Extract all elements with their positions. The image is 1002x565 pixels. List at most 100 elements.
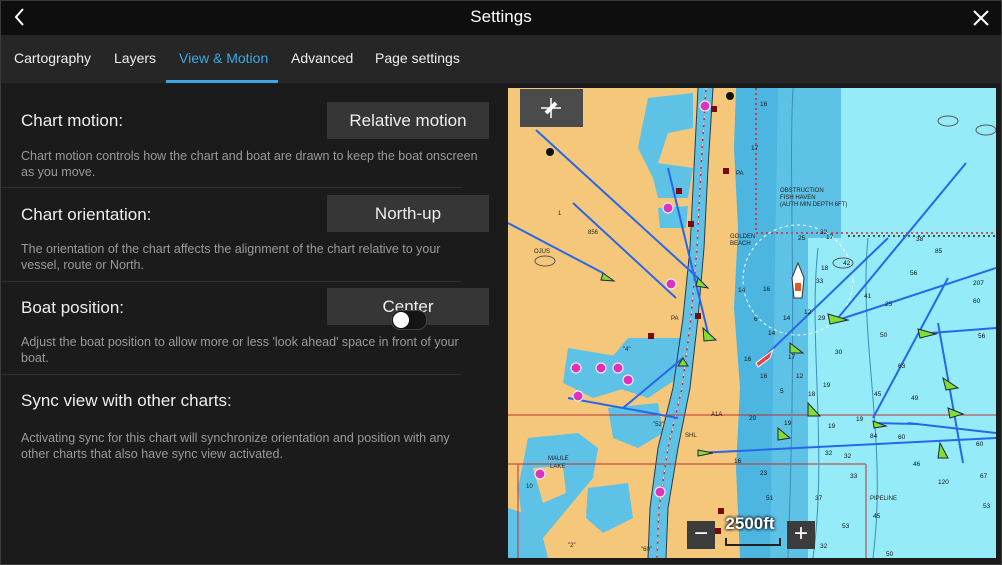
pipeline-label: PIPELINE bbox=[870, 496, 897, 502]
crosshair-icon bbox=[541, 98, 561, 118]
beach-label: BEACH bbox=[730, 241, 751, 247]
depth-sounding: 23 bbox=[760, 470, 768, 477]
depth-sounding: 53 bbox=[842, 523, 850, 530]
depth-sounding: 56 bbox=[978, 333, 986, 340]
depth-sounding: 19 bbox=[828, 423, 836, 430]
depth-sounding: 60 bbox=[898, 434, 906, 441]
depth-sounding: 32 bbox=[825, 450, 833, 457]
land-label: "4" bbox=[623, 347, 631, 353]
recenter-button[interactable] bbox=[520, 89, 583, 127]
scale-bar bbox=[725, 538, 781, 546]
depth-sounding: 14 bbox=[768, 330, 776, 337]
divider bbox=[1, 187, 462, 188]
obstruction-label: OBSTRUCTION bbox=[780, 188, 824, 194]
sync-view-toggle[interactable] bbox=[391, 310, 427, 330]
depth-sounding: 53 bbox=[983, 503, 991, 510]
depth-sounding: 18 bbox=[808, 391, 816, 398]
depth-sounding: 16 bbox=[760, 101, 768, 108]
depth-sounding: 33 bbox=[850, 473, 858, 480]
lake-label: LAKE bbox=[550, 464, 565, 470]
depth-sounding: 207 bbox=[973, 280, 984, 287]
depth-sounding: 16 bbox=[760, 373, 768, 380]
depth-sounding: 56 bbox=[910, 270, 918, 277]
depth-sounding: 19 bbox=[784, 420, 792, 427]
anchor-icon bbox=[546, 148, 554, 156]
depth-sounding: 14 bbox=[738, 287, 746, 294]
depth-sounding: 120 bbox=[938, 479, 949, 486]
depth-sounding: 41 bbox=[864, 293, 872, 300]
toggle-knob bbox=[393, 312, 409, 328]
chart-preview-map[interactable]: OBSTRUCTION FISH HAVEN (AUTH MIN DEPTH 6… bbox=[508, 88, 996, 558]
settings-window: Settings Cartography Layers View & Motio… bbox=[0, 0, 1002, 565]
tab-view-motion[interactable]: View & Motion bbox=[179, 35, 268, 83]
depth-sounding: 67 bbox=[980, 473, 988, 480]
title-bar: Settings bbox=[1, 1, 1001, 35]
zoom-out-button[interactable]: − bbox=[687, 521, 715, 549]
pa-label: PA bbox=[736, 171, 744, 177]
depth-sounding: 14 bbox=[783, 315, 791, 322]
depth-sounding: 63 bbox=[898, 363, 906, 370]
chart-scale-label: 2500ft bbox=[725, 514, 775, 533]
depth-sounding: 51 bbox=[766, 495, 774, 502]
chart-orientation-description: The orientation of the chart affects the… bbox=[21, 242, 441, 272]
tab-layers[interactable]: Layers bbox=[114, 35, 156, 83]
depth-sounding: 12 bbox=[796, 373, 804, 380]
pa-label: PA bbox=[671, 316, 679, 322]
anchor-icon bbox=[726, 92, 734, 100]
tab-page-settings[interactable]: Page settings bbox=[375, 35, 460, 83]
depth-sounding: 60 bbox=[976, 441, 984, 448]
depth-sounding: 45 bbox=[873, 513, 881, 520]
depth-sounding: 45 bbox=[874, 391, 882, 398]
depth-sounding: 33 bbox=[816, 278, 824, 285]
depth-sounding: 25 bbox=[885, 301, 893, 308]
depth-sounding: 20 bbox=[749, 415, 757, 422]
chart-motion-button[interactable]: Relative motion bbox=[327, 102, 489, 139]
land-label: "60" bbox=[641, 547, 652, 553]
close-button[interactable] bbox=[969, 6, 993, 30]
depth-sounding: 6 bbox=[754, 316, 758, 323]
divider bbox=[1, 281, 462, 282]
sync-view-description: Activating sync for this chart will sync… bbox=[21, 431, 450, 461]
depth-sounding: 37 bbox=[815, 495, 823, 502]
land-label: 10 bbox=[526, 484, 533, 490]
golden-label: GOLDEN bbox=[730, 234, 755, 240]
maule-label: MAULE bbox=[548, 456, 569, 462]
chart-orientation-label: Chart orientation: bbox=[21, 205, 152, 224]
depth-sounding: 19 bbox=[856, 416, 864, 423]
a1a-label: A1A bbox=[711, 412, 722, 418]
chart-motion-description: Chart motion controls how the chart and … bbox=[21, 149, 478, 179]
depth-sounding: 12 bbox=[804, 309, 812, 316]
depth-sounding: 19 bbox=[823, 382, 831, 389]
depth-sounding: 30 bbox=[835, 349, 843, 356]
depth-sounding: 38 bbox=[916, 236, 924, 243]
depth-sounding: 5 bbox=[780, 388, 784, 395]
tab-advanced[interactable]: Advanced bbox=[291, 35, 353, 83]
divider bbox=[1, 374, 462, 375]
land-label: 856 bbox=[588, 230, 599, 236]
tab-bar: Cartography Layers View & Motion Advance… bbox=[1, 35, 1001, 83]
depth-sounding: 85 bbox=[935, 248, 943, 255]
depth-sounding: 25 bbox=[798, 235, 806, 242]
depth-sounding: 17 bbox=[826, 234, 834, 241]
depth-sounding: 42 bbox=[843, 260, 851, 267]
shl-label: SHL bbox=[685, 433, 697, 439]
land-label: "2" bbox=[568, 543, 576, 549]
depth-sounding: 29 bbox=[818, 315, 826, 322]
chart-orientation-button[interactable]: North-up bbox=[327, 195, 489, 232]
depth-sounding: 32 bbox=[844, 453, 852, 460]
depth-sounding: 84 bbox=[870, 433, 878, 440]
depth-sounding: 49 bbox=[911, 395, 919, 402]
sync-view-label: Sync view with other charts: bbox=[21, 391, 232, 410]
tab-cartography[interactable]: Cartography bbox=[14, 35, 91, 83]
depth-sounding: 50 bbox=[886, 551, 894, 558]
boat-position-description: Adjust the boat position to allow more o… bbox=[21, 335, 459, 365]
fish-haven-label: FISH HAVEN bbox=[780, 195, 816, 201]
zoom-in-button[interactable]: + bbox=[787, 521, 815, 549]
boat-position-label: Boat position: bbox=[21, 298, 125, 317]
depth-sounding: 32 bbox=[820, 543, 828, 550]
auth-min-depth-label: (AUTH MIN DEPTH 6FT) bbox=[780, 202, 847, 208]
depth-sounding: 17 bbox=[751, 145, 759, 152]
land-label: "52" bbox=[653, 422, 664, 428]
ojus-label: OJUS bbox=[534, 249, 550, 255]
chart-motion-label: Chart motion: bbox=[21, 111, 124, 130]
